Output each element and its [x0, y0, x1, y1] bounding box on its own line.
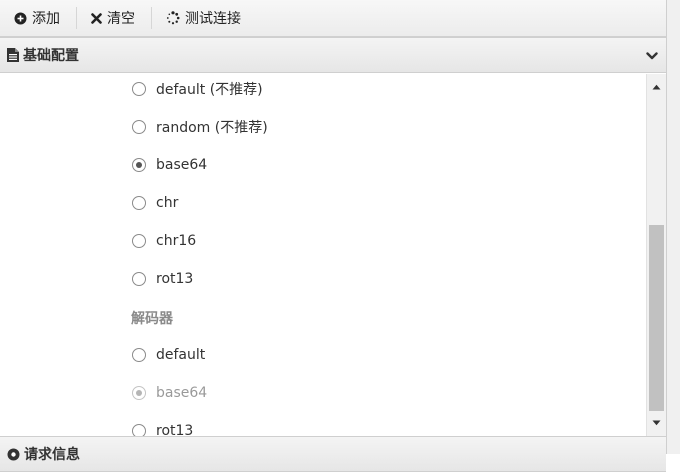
encoder-option-chr16[interactable]: chr16 [132, 231, 196, 251]
option-label: chr16 [156, 233, 197, 249]
option-label: rot13 [156, 271, 194, 287]
scrollbar-thumb[interactable] [649, 225, 664, 411]
option-label: chr [156, 195, 179, 211]
toolbar-separator [76, 7, 77, 29]
encoder-option-chr[interactable]: chr [132, 193, 178, 213]
encoder-option-rot13[interactable]: rot13 [132, 269, 193, 289]
option-label: rot13 [156, 423, 194, 436]
decoder-option-base64: base64 [132, 383, 207, 403]
radio-button[interactable] [132, 120, 146, 134]
test-connection-button[interactable]: 测试连接 [166, 5, 247, 31]
decoder-option-default[interactable]: default [132, 345, 205, 365]
times-icon [91, 12, 102, 24]
option-label: default [156, 347, 206, 363]
scroll-up-icon[interactable] [647, 78, 666, 96]
option-label: base64 [156, 157, 208, 173]
basic-config-title: 基础配置 [23, 48, 79, 64]
radio-button[interactable] [132, 196, 146, 210]
radio-button[interactable] [132, 348, 146, 362]
add-button[interactable]: 添加 [14, 5, 66, 31]
clear-button[interactable]: 清空 [91, 5, 141, 31]
request-info-title: 请求信息 [24, 447, 80, 463]
radio-button-checked[interactable] [132, 158, 146, 172]
radio-dot [136, 390, 142, 396]
radio-button-checked-disabled [132, 386, 146, 400]
plus-circle-icon [14, 12, 27, 25]
basic-config-header[interactable]: 基础配置 [0, 37, 666, 73]
spinner-icon [166, 11, 180, 25]
encoder-option-base64[interactable]: base64 [132, 155, 207, 175]
option-label: random (不推荐) [156, 120, 268, 136]
decoder-group-label: 解码器 [131, 311, 173, 327]
scroll-down-icon[interactable] [647, 414, 666, 432]
test-connection-label: 测试连接 [185, 11, 241, 27]
toolbar: 添加 清空 测试连接 [0, 0, 680, 37]
radio-dot [136, 162, 142, 168]
window-edge [666, 0, 680, 454]
decoder-option-rot13[interactable]: rot13 [132, 421, 193, 436]
chevron-down-icon[interactable] [646, 49, 658, 65]
request-info-header[interactable]: 请求信息 [0, 436, 666, 472]
toolbar-separator [151, 7, 152, 29]
basic-config-content: default (不推荐) random (不推荐) base64 chr ch… [0, 74, 645, 436]
radio-button[interactable] [132, 424, 146, 436]
option-label: default (不推荐) [156, 82, 263, 98]
request-info-icon [7, 448, 20, 461]
radio-button[interactable] [132, 82, 146, 96]
encoder-option-random[interactable]: random (不推荐) [132, 117, 268, 137]
radio-button[interactable] [132, 234, 146, 248]
add-label: 添加 [32, 11, 60, 27]
radio-button[interactable] [132, 272, 146, 286]
option-label: base64 [156, 385, 208, 401]
clear-label: 清空 [107, 11, 135, 27]
file-icon [7, 48, 19, 62]
encoder-option-default[interactable]: default (不推荐) [132, 79, 263, 99]
vertical-scrollbar[interactable] [646, 74, 666, 436]
